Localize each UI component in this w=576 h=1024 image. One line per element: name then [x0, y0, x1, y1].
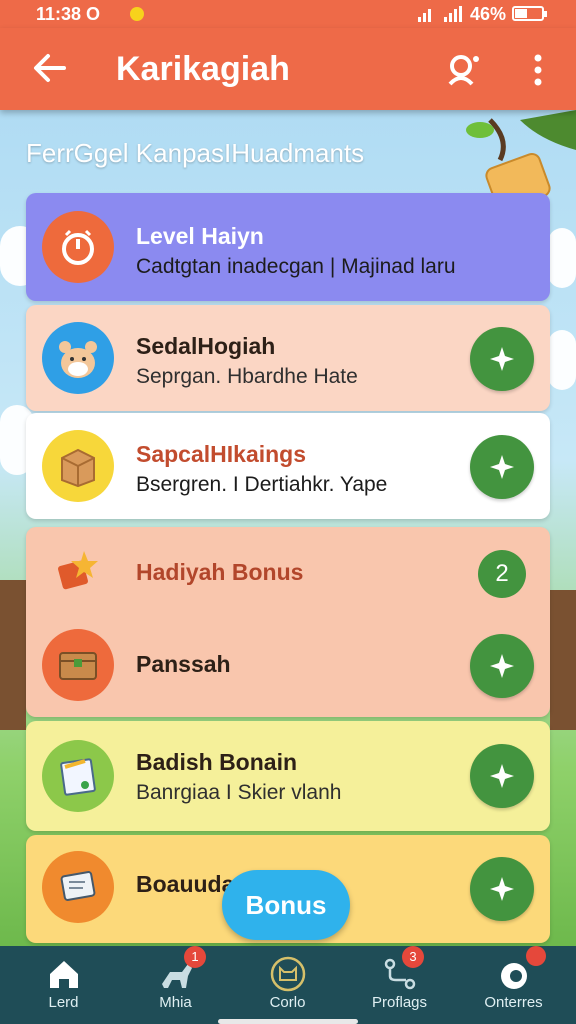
count-badge: 2 — [478, 550, 526, 598]
bonus-button[interactable]: Bonus — [222, 870, 350, 940]
home-indicator — [218, 1019, 358, 1024]
treasure-chest-icon — [42, 629, 114, 701]
nav-item-proflags[interactable]: 3 Proflags — [342, 946, 457, 1024]
sparkle-icon — [490, 654, 514, 678]
nav-label: Proflags — [371, 994, 428, 1011]
section-headline: FerrGgel KanpasIHuadmants — [26, 138, 365, 168]
card-title: SedalHogiah — [136, 333, 276, 359]
nav-label: Corlo — [269, 994, 306, 1011]
card-subtitle: Cadtgtan inadecgan | Majinad laru — [136, 255, 456, 278]
hut-decoration — [0, 580, 26, 730]
hamster-icon — [42, 322, 114, 394]
bottom-navigation: Lerd 1 Mhia Corlo 3 Proflags Onterres — [0, 946, 576, 1024]
list-group-bonus: Hadiyah Bonus 2 Panssah — [26, 527, 550, 717]
nav-label: Lerd — [48, 994, 79, 1011]
more-options-icon[interactable] — [520, 50, 556, 90]
gift-bonus-icon — [46, 537, 110, 601]
tablet-icon — [42, 851, 114, 923]
notification-dot-icon — [130, 7, 144, 21]
home-icon — [50, 961, 78, 988]
search-user-icon[interactable] — [444, 50, 484, 90]
nav-label: Onterres — [484, 994, 543, 1011]
card-title: Level Haiyn — [136, 223, 264, 249]
sparkle-icon — [490, 455, 514, 479]
list-item-sedal[interactable]: SedalHogiah Seprgan. Hbardhe Hate — [26, 305, 550, 411]
hut-decoration — [550, 590, 576, 730]
status-time: 11:38 O — [36, 4, 101, 24]
cloud-decoration — [548, 330, 576, 390]
nav-item-home[interactable]: Lerd — [6, 946, 121, 1024]
nav-label: Mhia — [159, 994, 192, 1011]
notification-dot — [526, 946, 546, 966]
app-bar: Karikagiah — [0, 28, 576, 110]
cat-face-icon — [270, 956, 306, 992]
battery-icon — [512, 6, 547, 21]
card-title: SapcalHIkaings — [136, 441, 307, 467]
list-item-sapcal[interactable]: SapcalHIkaings Bsergren. I Dertiahkr. Ya… — [26, 413, 550, 519]
card-subtitle: Seprgan. Hbardhe Hate — [136, 365, 358, 388]
list-item-badish[interactable]: Badish Bonain Banrgiaa I Skier vlanh — [26, 721, 550, 831]
nav-item-mhia[interactable]: 1 Mhia — [118, 946, 233, 1024]
box-icon — [42, 430, 114, 502]
card-title: Hadiyah Bonus — [136, 559, 304, 585]
nav-item-corlo[interactable]: Corlo — [230, 946, 345, 1024]
sparkle-icon — [490, 347, 514, 371]
notification-badge: 3 — [402, 946, 424, 968]
nav-item-onterres[interactable]: Onterres — [456, 946, 571, 1024]
back-arrow-icon[interactable] — [30, 48, 70, 88]
wifi-signal-icon — [418, 6, 431, 22]
battery-percent: 46% — [470, 4, 507, 24]
cell-signal-icon — [444, 6, 462, 22]
card-title: Badish Bonain — [136, 749, 298, 775]
timer-icon — [42, 211, 114, 283]
claim-button[interactable] — [470, 744, 534, 808]
list-item-level[interactable]: Level Haiyn Cadtgtan inadecgan | Majinad… — [26, 193, 550, 301]
card-subtitle: Bsergren. I Dertiahkr. Yape — [136, 473, 388, 496]
claim-button[interactable] — [470, 634, 534, 698]
card-title: Panssah — [136, 651, 231, 677]
claim-button[interactable] — [470, 327, 534, 391]
document-icon — [42, 740, 114, 812]
sparkle-icon — [490, 877, 514, 901]
notification-badge: 1 — [184, 946, 206, 968]
page-title: Karikagiah — [116, 50, 290, 88]
sparkle-icon — [490, 764, 514, 788]
claim-button[interactable] — [470, 435, 534, 499]
status-bar: 11:38 O 46% — [0, 0, 576, 28]
cloud-decoration — [548, 228, 576, 288]
claim-button[interactable] — [470, 857, 534, 921]
card-subtitle: Banrgiaa I Skier vlanh — [136, 781, 342, 804]
